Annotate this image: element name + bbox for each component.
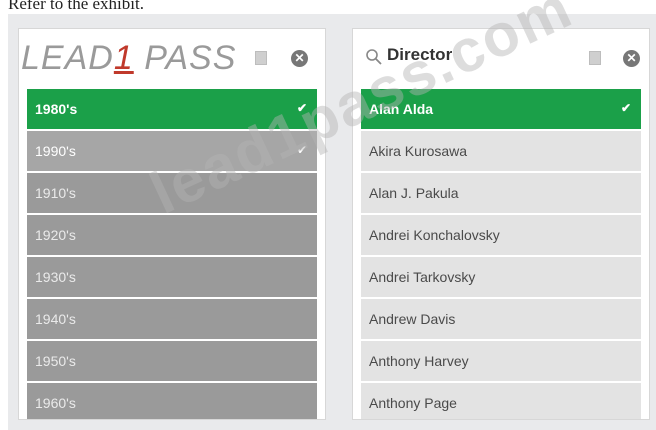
decade-panel-header: LEAD1 PASS ✕ <box>19 29 325 87</box>
decade-list: 1980's ✔ 1990's ✔ 1910's 1920's 1930's 1940's 19… <box>27 89 317 419</box>
decade-filter-panel: LEAD1 PASS ✕ 1980's ✔ 1990's ✔ 1910's 1920's 1… <box>18 28 326 420</box>
decade-item-label: 1960's <box>35 395 76 411</box>
director-list: Alan Alda ✔ Akira Kurosawa Alan J. Pakula An… <box>361 89 641 419</box>
director-list-item[interactable]: Anthony Harvey <box>361 341 641 381</box>
director-item-label: Anthony Page <box>369 395 457 411</box>
menu-icon[interactable] <box>255 51 267 65</box>
decade-list-item[interactable]: 1990's ✔ <box>27 131 317 171</box>
close-icon[interactable]: ✕ <box>291 50 308 67</box>
decade-item-label: 1930's <box>35 269 76 285</box>
decade-list-item[interactable]: 1940's <box>27 299 317 339</box>
exhibit-caption: Refer to the exhibit. <box>8 0 144 13</box>
director-list-item[interactable]: Andrei Konchalovsky <box>361 215 641 255</box>
decade-item-label: 1980's <box>35 101 78 117</box>
decade-list-item[interactable]: 1950's <box>27 341 317 381</box>
menu-icon[interactable] <box>589 51 601 65</box>
app-frame: LEAD1 PASS ✕ 1980's ✔ 1990's ✔ 1910's 1920's 1… <box>8 14 656 430</box>
decade-item-label: 1990's <box>35 143 76 159</box>
director-item-label: Akira Kurosawa <box>369 143 468 159</box>
checkmark-icon: ✔ <box>296 143 307 157</box>
decade-list-item[interactable]: 1930's <box>27 257 317 297</box>
lead1pass-logo: LEAD1 PASS <box>21 39 237 77</box>
director-item-label: Andrew Davis <box>369 311 456 327</box>
director-list-item[interactable]: Alan J. Pakula <box>361 173 641 213</box>
decade-item-label: 1920's <box>35 227 76 243</box>
director-item-label: Andrei Konchalovsky <box>369 227 500 243</box>
director-filter-panel: Director ✕ Alan Alda ✔ Akira Kurosawa Alan … <box>352 28 650 420</box>
decade-list-item[interactable]: 1960's <box>27 383 317 419</box>
director-panel-header: Director ✕ <box>353 29 649 87</box>
director-panel-title: Director <box>387 45 453 64</box>
decade-list-item[interactable]: 1920's <box>27 215 317 255</box>
director-item-label: Alan Alda <box>369 101 434 117</box>
close-icon[interactable]: ✕ <box>623 50 640 67</box>
decade-list-item[interactable]: 1980's ✔ <box>27 89 317 129</box>
director-list-item[interactable]: Anthony Page <box>361 383 641 419</box>
director-item-label: Anthony Harvey <box>369 353 469 369</box>
decade-list-item[interactable]: 1910's <box>27 173 317 213</box>
decade-item-label: 1910's <box>35 185 76 201</box>
decade-item-label: 1940's <box>35 311 76 327</box>
director-item-label: Andrei Tarkovsky <box>369 269 476 285</box>
director-list-item[interactable]: Andrew Davis <box>361 299 641 339</box>
search-icon[interactable] <box>365 48 383 66</box>
director-list-item[interactable]: Andrei Tarkovsky <box>361 257 641 297</box>
decade-item-label: 1950's <box>35 353 76 369</box>
director-item-label: Alan J. Pakula <box>369 185 459 201</box>
director-list-item[interactable]: Akira Kurosawa <box>361 131 641 171</box>
checkmark-icon: ✔ <box>296 101 307 115</box>
director-list-item[interactable]: Alan Alda ✔ <box>361 89 641 129</box>
checkmark-icon: ✔ <box>620 101 631 115</box>
